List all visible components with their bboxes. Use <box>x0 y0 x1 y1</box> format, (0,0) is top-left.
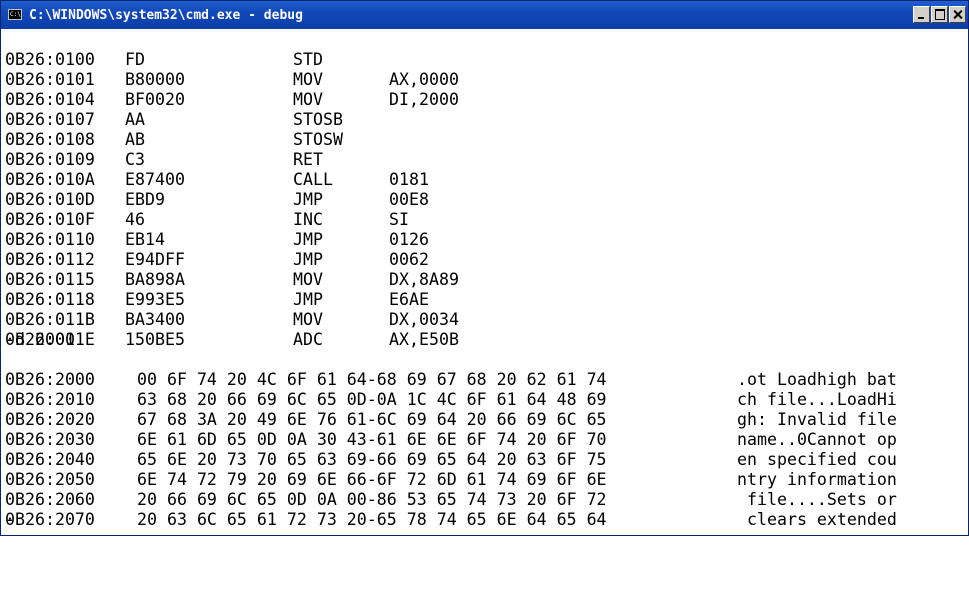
disasm-mnemonic: JMP <box>293 230 323 249</box>
dump-hex-bytes: 00 6F 74 20 4C 6F 61 64-68 69 67 68 20 6… <box>137 370 607 389</box>
debug-prompt[interactable]: - <box>5 510 15 530</box>
disasm-mnemonic: MOV <box>293 90 323 109</box>
disasm-mnemonic: MOV <box>293 310 323 329</box>
dump-ascii: ch file...LoadHi <box>737 390 897 409</box>
dump-row: 0B26:2020 67 68 3A 20 49 6E 76 61-6C 69 6… <box>5 390 897 429</box>
dump-row: 0B26:2040 65 6E 20 73 70 65 63 69-66 69 6… <box>5 430 897 469</box>
disasm-row: 0B26:0118 E993E5 JMP E6AE <box>5 270 429 309</box>
disasm-mnemonic: STD <box>293 50 323 69</box>
disasm-operands: E6AE <box>389 290 429 309</box>
maximize-button[interactable] <box>931 6 948 23</box>
dump-ascii: name..0Cannot op <box>737 430 897 449</box>
disasm-mnemonic: STOSB <box>293 110 343 129</box>
disasm-row: 0B26:011B BA3400 MOV DX,0034 <box>5 290 459 329</box>
disasm-bytes: EB14 <box>125 230 165 249</box>
disasm-bytes: E87400 <box>125 170 185 189</box>
dump-hex-bytes: 20 66 69 6C 65 0D 0A 00-86 53 65 74 73 2… <box>137 490 607 509</box>
title-bar[interactable]: C:\ C:\WINDOWS\system32\cmd.exe - debug <box>1 1 968 29</box>
console-output[interactable]: 0B26:0100 FD STD 0B26:0101 B80000 MOV AX,0000… <box>5 30 965 534</box>
disasm-mnemonic: JMP <box>293 250 323 269</box>
disasm-operands: DX,0034 <box>389 310 459 329</box>
dump-hex-bytes: 63 68 20 66 69 6C 65 0D-0A 1C 4C 6F 61 6… <box>137 390 607 409</box>
dump-address: 0B26:2070 <box>5 510 95 529</box>
disasm-bytes: B80000 <box>125 70 185 89</box>
cmd-window: C:\ C:\WINDOWS\system32\cmd.exe - debug … <box>0 0 969 536</box>
disasm-operands: DI,2000 <box>389 90 459 109</box>
disasm-mnemonic: MOV <box>293 70 323 89</box>
disasm-row: 0B26:0107 AA STOSB <box>5 90 343 129</box>
dump-ascii: gh: Invalid file <box>737 410 897 429</box>
dump-row: 0B26:2030 6E 61 6D 65 0D 0A 30 43-61 6E 6… <box>5 410 897 449</box>
disasm-mnemonic: JMP <box>293 190 323 209</box>
disasm-row: 0B26:0100 FD STD <box>5 30 323 69</box>
dump-row: 0B26:2000 00 6F 74 20 4C 6F 61 64-68 69 6… <box>5 350 897 389</box>
close-button[interactable] <box>949 6 966 23</box>
disasm-row: 0B26:0109 C3 RET <box>5 130 323 169</box>
disasm-operands: AX,E50B <box>389 330 459 349</box>
dump-row: 0B26:2010 63 68 20 66 69 6C 65 0D-0A 1C 4… <box>5 370 897 409</box>
disasm-operands: 0062 <box>389 250 429 269</box>
disasm-row: 0B26:0108 AB STOSW <box>5 110 343 149</box>
dump-hex-bytes: 65 6E 20 73 70 65 63 69-66 69 65 64 20 6… <box>137 450 607 469</box>
disasm-mnemonic: JMP <box>293 290 323 309</box>
console-app-icon[interactable]: C:\ <box>8 9 22 20</box>
disasm-mnemonic: RET <box>293 150 323 169</box>
disasm-row: 0B26:0110 EB14 JMP 0126 <box>5 210 429 249</box>
minimize-button[interactable] <box>913 6 930 23</box>
disasm-operands: AX,0000 <box>389 70 459 89</box>
disasm-mnemonic: MOV <box>293 270 323 289</box>
disasm-bytes: E94DFF <box>125 250 185 269</box>
disasm-bytes: 46 <box>125 210 145 229</box>
disasm-bytes: EBD9 <box>125 190 165 209</box>
dump-hex-bytes: 20 63 6C 65 61 72 73 20-65 78 74 65 6E 6… <box>137 510 607 529</box>
disasm-bytes: BA898A <box>125 270 185 289</box>
disasm-mnemonic: INC <box>293 210 323 229</box>
dump-row: 0B26:2070 20 63 6C 65 61 72 73 20-65 78 7… <box>5 490 897 529</box>
disasm-bytes: AA <box>125 110 145 129</box>
disasm-operands: 0126 <box>389 230 429 249</box>
disasm-bytes: BF0020 <box>125 90 185 109</box>
disasm-bytes: AB <box>125 130 145 149</box>
disasm-mnemonic: STOSW <box>293 130 343 149</box>
dump-row: 0B26:2060 20 66 69 6C 65 0D 0A 00-86 53 6… <box>5 470 897 509</box>
disasm-bytes: FD <box>125 50 145 69</box>
disasm-operands: SI <box>389 210 409 229</box>
disasm-row: 0B26:0115 BA898A MOV DX,8A89 <box>5 250 459 289</box>
dump-hex-bytes: 6E 61 6D 65 0D 0A 30 43-61 6E 6E 6F 74 2… <box>137 430 607 449</box>
disasm-operands: 00E8 <box>389 190 429 209</box>
dump-ascii: file....Sets or <box>737 490 897 509</box>
dump-ascii: en specified cou <box>737 450 897 469</box>
disasm-row: 0B26:0112 E94DFF JMP 0062 <box>5 230 429 269</box>
disasm-row: 0B26:011E 150BE5 ADC AX,E50B <box>5 310 459 349</box>
disasm-row: 0B26:010D EBD9 JMP 00E8 <box>5 170 429 209</box>
disasm-mnemonic: ADC <box>293 330 323 349</box>
disasm-operands: 0181 <box>389 170 429 189</box>
dump-ascii: ntry information <box>737 470 897 489</box>
disasm-operands: DX,8A89 <box>389 270 459 289</box>
disasm-bytes: 150BE5 <box>125 330 185 349</box>
disasm-row: 0B26:010F 46 INC SI <box>5 190 409 229</box>
dump-hex-bytes: 67 68 3A 20 49 6E 76 61-6C 69 64 20 66 6… <box>137 410 607 429</box>
disasm-bytes: E993E5 <box>125 290 185 309</box>
dump-ascii: clears extended <box>737 510 897 529</box>
disasm-bytes: BA3400 <box>125 310 185 329</box>
disasm-mnemonic: CALL <box>293 170 333 189</box>
disasm-row: 0B26:0104 BF0020 MOV DI,2000 <box>5 70 459 109</box>
disasm-bytes: C3 <box>125 150 145 169</box>
disasm-row: 0B26:0101 B80000 MOV AX,0000 <box>5 50 459 89</box>
disasm-row: 0B26:010A E87400 CALL 0181 <box>5 150 429 189</box>
dump-ascii: .ot Loadhigh bat <box>737 370 897 389</box>
window-title: C:\WINDOWS\system32\cmd.exe - debug <box>29 8 303 23</box>
command-line: -d 2000 <box>5 330 75 349</box>
dump-row: 0B26:2050 6E 74 72 79 20 69 6E 66-6F 72 6… <box>5 450 897 489</box>
dump-hex-bytes: 6E 74 72 79 20 69 6E 66-6F 72 6D 61 74 6… <box>137 470 607 489</box>
